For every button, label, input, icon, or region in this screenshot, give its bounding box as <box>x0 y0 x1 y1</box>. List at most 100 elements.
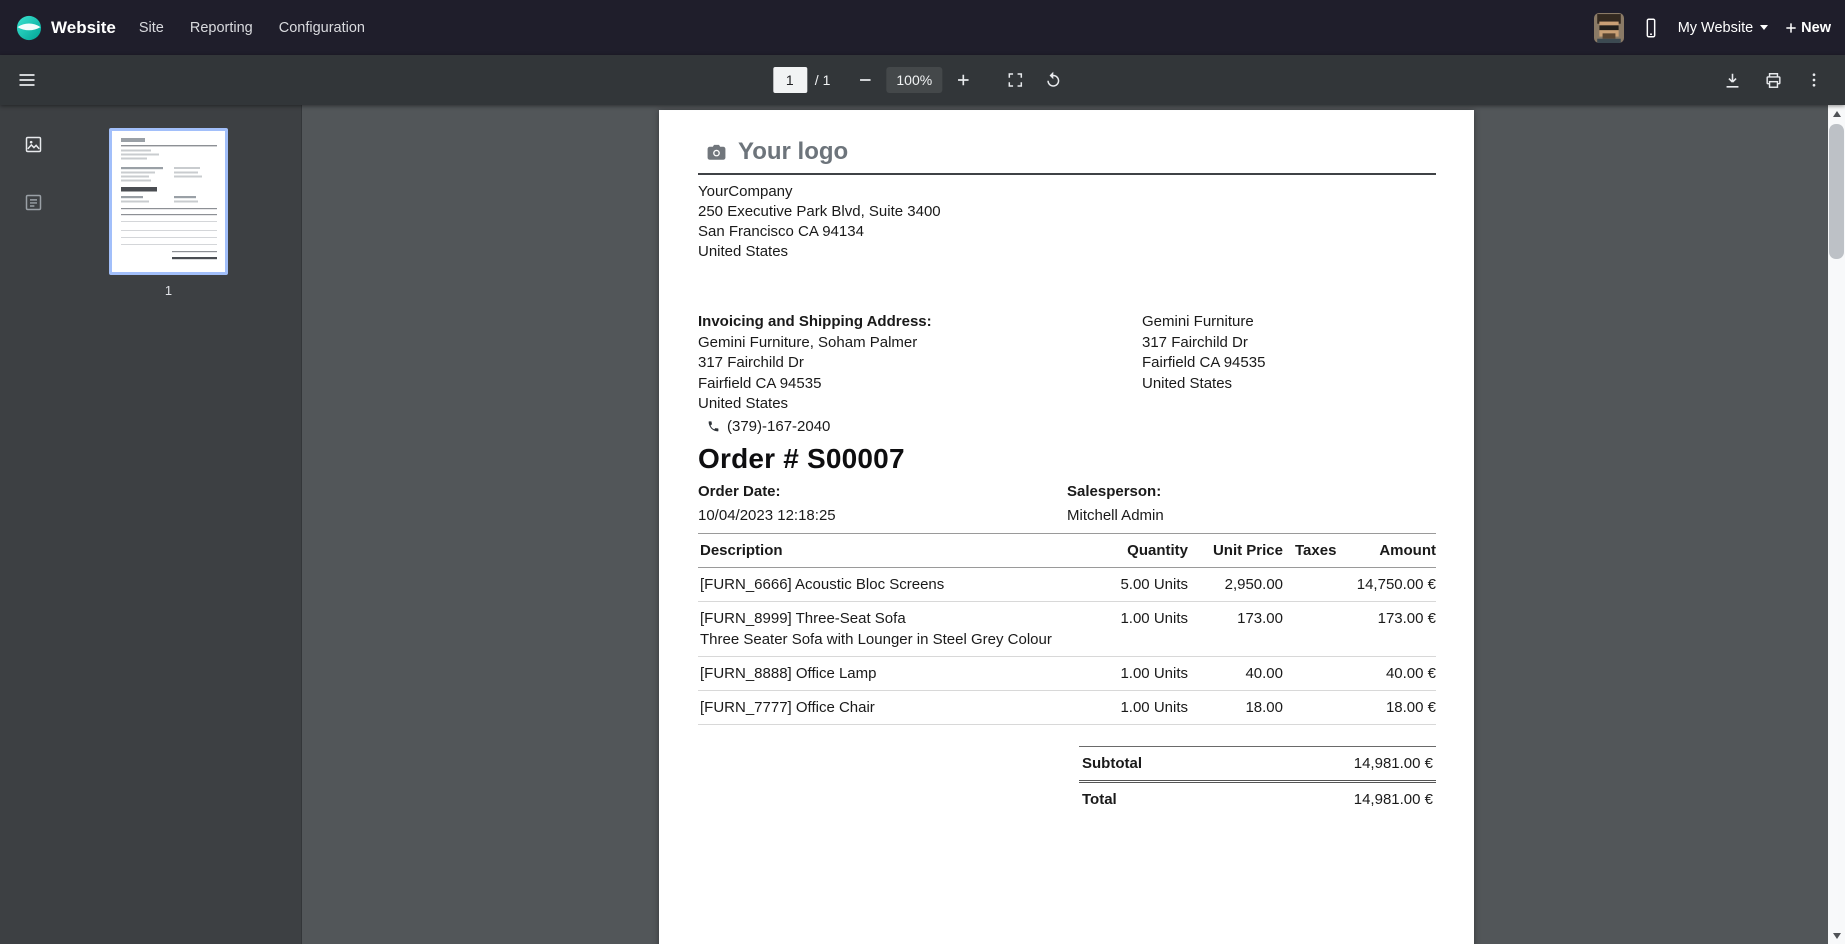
cell-amount: 18.00 € <box>1341 690 1436 724</box>
app-name: Website <box>51 18 116 38</box>
thumbnails-view-button[interactable] <box>14 125 52 163</box>
menu-button[interactable] <box>8 61 46 99</box>
phone-icon <box>707 420 720 433</box>
addresses-row: Invoicing and Shipping Address: Gemini F… <box>698 312 1436 437</box>
shipping-address-block: Gemini Furniture 317 Fairchild Dr Fairfi… <box>1142 312 1265 437</box>
order-date-label: Order Date: <box>698 482 1067 501</box>
subtotal-value: 14,981.00 € <box>1354 755 1433 772</box>
scrollbar-thumb[interactable] <box>1829 124 1844 259</box>
company-city: San Francisco CA 94134 <box>698 222 1436 242</box>
cell-description: [FURN_8888] Office Lamp <box>698 656 1098 690</box>
page-count-label: / 1 <box>815 72 831 88</box>
mobile-preview-icon[interactable] <box>1640 17 1662 39</box>
cell-quantity: 1.00 Units <box>1098 656 1188 690</box>
header-taxes: Taxes <box>1283 533 1341 567</box>
fit-to-page-button[interactable] <box>996 61 1034 99</box>
logo-row: Your logo <box>698 138 1436 166</box>
download-icon <box>1723 71 1742 90</box>
pdf-toolbar: / 1 100% <box>0 55 1845 105</box>
order-date-value: 10/04/2023 12:18:25 <box>698 506 1067 525</box>
document-outline-icon <box>23 192 44 213</box>
thumbnails-icon <box>23 134 44 155</box>
kebab-menu-icon <box>1805 71 1823 89</box>
pdf-toolbar-right <box>1713 61 1837 99</box>
table-row: [FURN_6666] Acoustic Bloc Screens 5.00 U… <box>698 567 1436 601</box>
top-nav: Website Site Reporting Configuration My … <box>0 0 1845 55</box>
nav-item-site[interactable]: Site <box>126 11 177 45</box>
more-options-button[interactable] <box>1795 61 1833 99</box>
top-nav-menu: Site Reporting Configuration <box>126 11 378 45</box>
sidebar-view-rail <box>0 105 66 944</box>
plus-icon <box>954 71 972 89</box>
cell-unit-price: 2,950.00 <box>1188 567 1283 601</box>
zoom-level[interactable]: 100% <box>886 67 942 93</box>
cell-unit-price: 18.00 <box>1188 690 1283 724</box>
avatar-image <box>1594 13 1624 43</box>
print-icon <box>1764 71 1783 90</box>
thumbnail-panel: 1 <box>66 105 301 944</box>
website-switcher-label: My Website <box>1678 20 1753 36</box>
company-country: United States <box>698 242 1436 262</box>
cell-amount: 40.00 € <box>1341 656 1436 690</box>
cell-taxes <box>1283 601 1341 656</box>
header-description: Description <box>698 533 1098 567</box>
rotate-button[interactable] <box>1034 61 1072 99</box>
pdf-viewport: Your logo YourCompany 250 Executive Park… <box>302 105 1828 944</box>
fit-to-page-icon <box>1006 71 1024 89</box>
invoicing-line: Gemini Furniture, Soham Palmer <box>698 333 1142 354</box>
cell-quantity: 1.00 Units <box>1098 690 1188 724</box>
cell-quantity: 1.00 Units <box>1098 601 1188 656</box>
header-quantity: Quantity <box>1098 533 1188 567</box>
header-divider <box>698 173 1436 175</box>
invoicing-line: United States <box>698 394 1142 415</box>
cell-description: [FURN_7777] Office Chair <box>698 690 1098 724</box>
order-title: Order # S00007 <box>698 443 1436 475</box>
nav-item-reporting[interactable]: Reporting <box>177 11 266 45</box>
thumbnail-preview <box>112 131 225 272</box>
order-info-row: Order Date: 10/04/2023 12:18:25 Salesper… <box>698 482 1436 525</box>
new-content-button[interactable]: New <box>1784 20 1831 36</box>
zoom-out-button[interactable] <box>846 61 884 99</box>
subtotal-row: Subtotal 14,981.00 € <box>1079 746 1436 780</box>
scrollbar-up-arrow[interactable] <box>1828 105 1845 122</box>
company-street: 250 Executive Park Blvd, Suite 3400 <box>698 202 1436 222</box>
outline-view-button[interactable] <box>14 183 52 221</box>
pdf-sidebar: 1 <box>0 105 302 944</box>
salesperson-label: Salesperson: <box>1067 482 1436 501</box>
company-address-block: YourCompany 250 Executive Park Blvd, Sui… <box>698 182 1436 262</box>
cell-taxes <box>1283 567 1341 601</box>
print-button[interactable] <box>1754 61 1792 99</box>
rotate-counterclockwise-icon <box>1044 71 1062 89</box>
pdf-toolbar-center: / 1 100% <box>773 61 1072 99</box>
cell-amount: 14,750.00 € <box>1341 567 1436 601</box>
cell-quantity: 5.00 Units <box>1098 567 1188 601</box>
shipping-line: Gemini Furniture <box>1142 312 1265 333</box>
chevron-down-icon <box>1760 25 1768 30</box>
cell-description: [FURN_8999] Three-Seat Sofa Three Seater… <box>698 601 1098 656</box>
website-switcher[interactable]: My Website <box>1678 20 1768 36</box>
page-number-input[interactable] <box>773 67 807 93</box>
order-lines-table: Description Quantity Unit Price Taxes Am… <box>698 533 1436 725</box>
table-row: [FURN_8999] Three-Seat Sofa Three Seater… <box>698 601 1436 656</box>
download-button[interactable] <box>1713 61 1751 99</box>
zoom-in-button[interactable] <box>944 61 982 99</box>
header-unit-price: Unit Price <box>1188 533 1283 567</box>
page-thumbnail[interactable] <box>109 128 228 275</box>
minus-icon <box>856 71 874 89</box>
scrollbar[interactable] <box>1828 105 1845 944</box>
thumbnail-page-number: 1 <box>109 283 228 298</box>
invoicing-address-block: Invoicing and Shipping Address: Gemini F… <box>698 312 1142 437</box>
hamburger-icon <box>17 70 37 90</box>
table-row: [FURN_8888] Office Lamp 1.00 Units 40.00… <box>698 656 1436 690</box>
company-name: YourCompany <box>698 182 1436 202</box>
website-app-menu[interactable]: Website <box>14 15 126 41</box>
total-label: Total <box>1082 791 1117 808</box>
nav-item-configuration[interactable]: Configuration <box>266 11 378 45</box>
cell-taxes <box>1283 690 1341 724</box>
avatar[interactable] <box>1594 13 1624 43</box>
header-amount: Amount <box>1341 533 1436 567</box>
scrollbar-down-arrow[interactable] <box>1828 927 1845 944</box>
subtotal-label: Subtotal <box>1082 755 1142 772</box>
odoo-website-logo-icon <box>16 15 42 41</box>
invoicing-line: Fairfield CA 94535 <box>698 374 1142 395</box>
